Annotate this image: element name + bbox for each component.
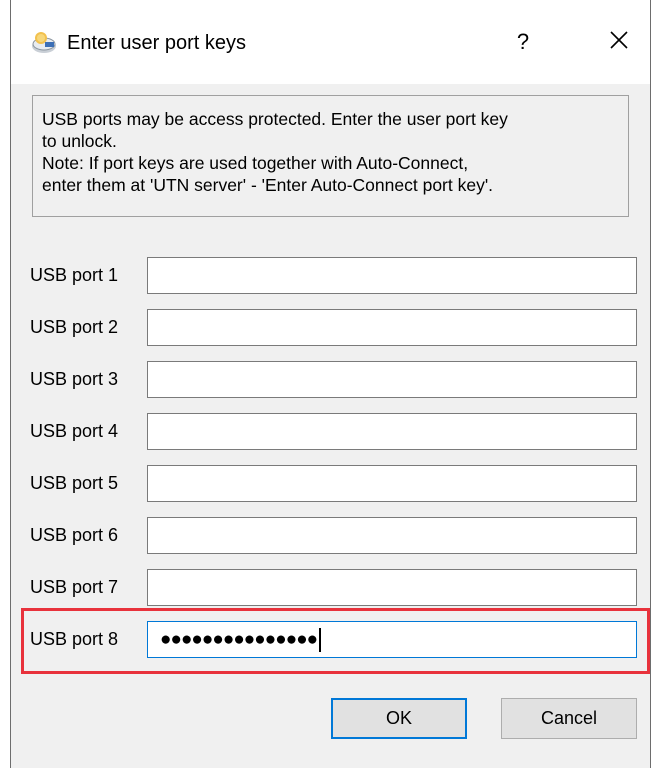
port-key-input-7[interactable]: [147, 569, 637, 606]
help-button[interactable]: ?: [501, 20, 545, 64]
title-bar: Enter user port keys ?: [11, 0, 650, 84]
port-key-input-4[interactable]: [147, 413, 637, 450]
port-label-5: USB port 5: [30, 472, 119, 493]
port-row-4: USB port 4: [11, 411, 652, 451]
dialog-window: Enter user port keys ? USB ports may be …: [10, 0, 651, 768]
port-row-7: USB port 7: [11, 567, 652, 607]
port-row-3: USB port 3: [11, 359, 652, 399]
port-key-input-6[interactable]: [147, 517, 637, 554]
cancel-button[interactable]: Cancel: [501, 698, 637, 739]
window-title: Enter user port keys: [67, 32, 246, 54]
port-label-6: USB port 6: [30, 524, 119, 545]
info-text: USB ports may be access protected. Enter…: [42, 109, 508, 195]
port-row-2: USB port 2: [11, 307, 652, 347]
port-key-input-3[interactable]: [147, 361, 637, 398]
highlight-box: [21, 608, 650, 674]
close-icon: [609, 30, 629, 55]
info-message-box: USB ports may be access protected. Enter…: [32, 95, 629, 217]
port-label-4: USB port 4: [30, 420, 119, 441]
port-row-5: USB port 5: [11, 463, 652, 503]
port-key-input-5[interactable]: [147, 465, 637, 502]
port-key-input-2[interactable]: [147, 309, 637, 346]
ok-button[interactable]: OK: [331, 698, 467, 739]
port-label-7: USB port 7: [30, 576, 119, 597]
port-key-input-1[interactable]: [147, 257, 637, 294]
port-label-1: USB port 1: [30, 264, 119, 285]
close-button[interactable]: [597, 20, 641, 64]
port-row-6: USB port 6: [11, 515, 652, 555]
usb-hub-icon: [31, 29, 57, 55]
port-label-2: USB port 2: [30, 316, 119, 337]
port-label-3: USB port 3: [30, 368, 119, 389]
port-row-1: USB port 1: [11, 255, 652, 295]
